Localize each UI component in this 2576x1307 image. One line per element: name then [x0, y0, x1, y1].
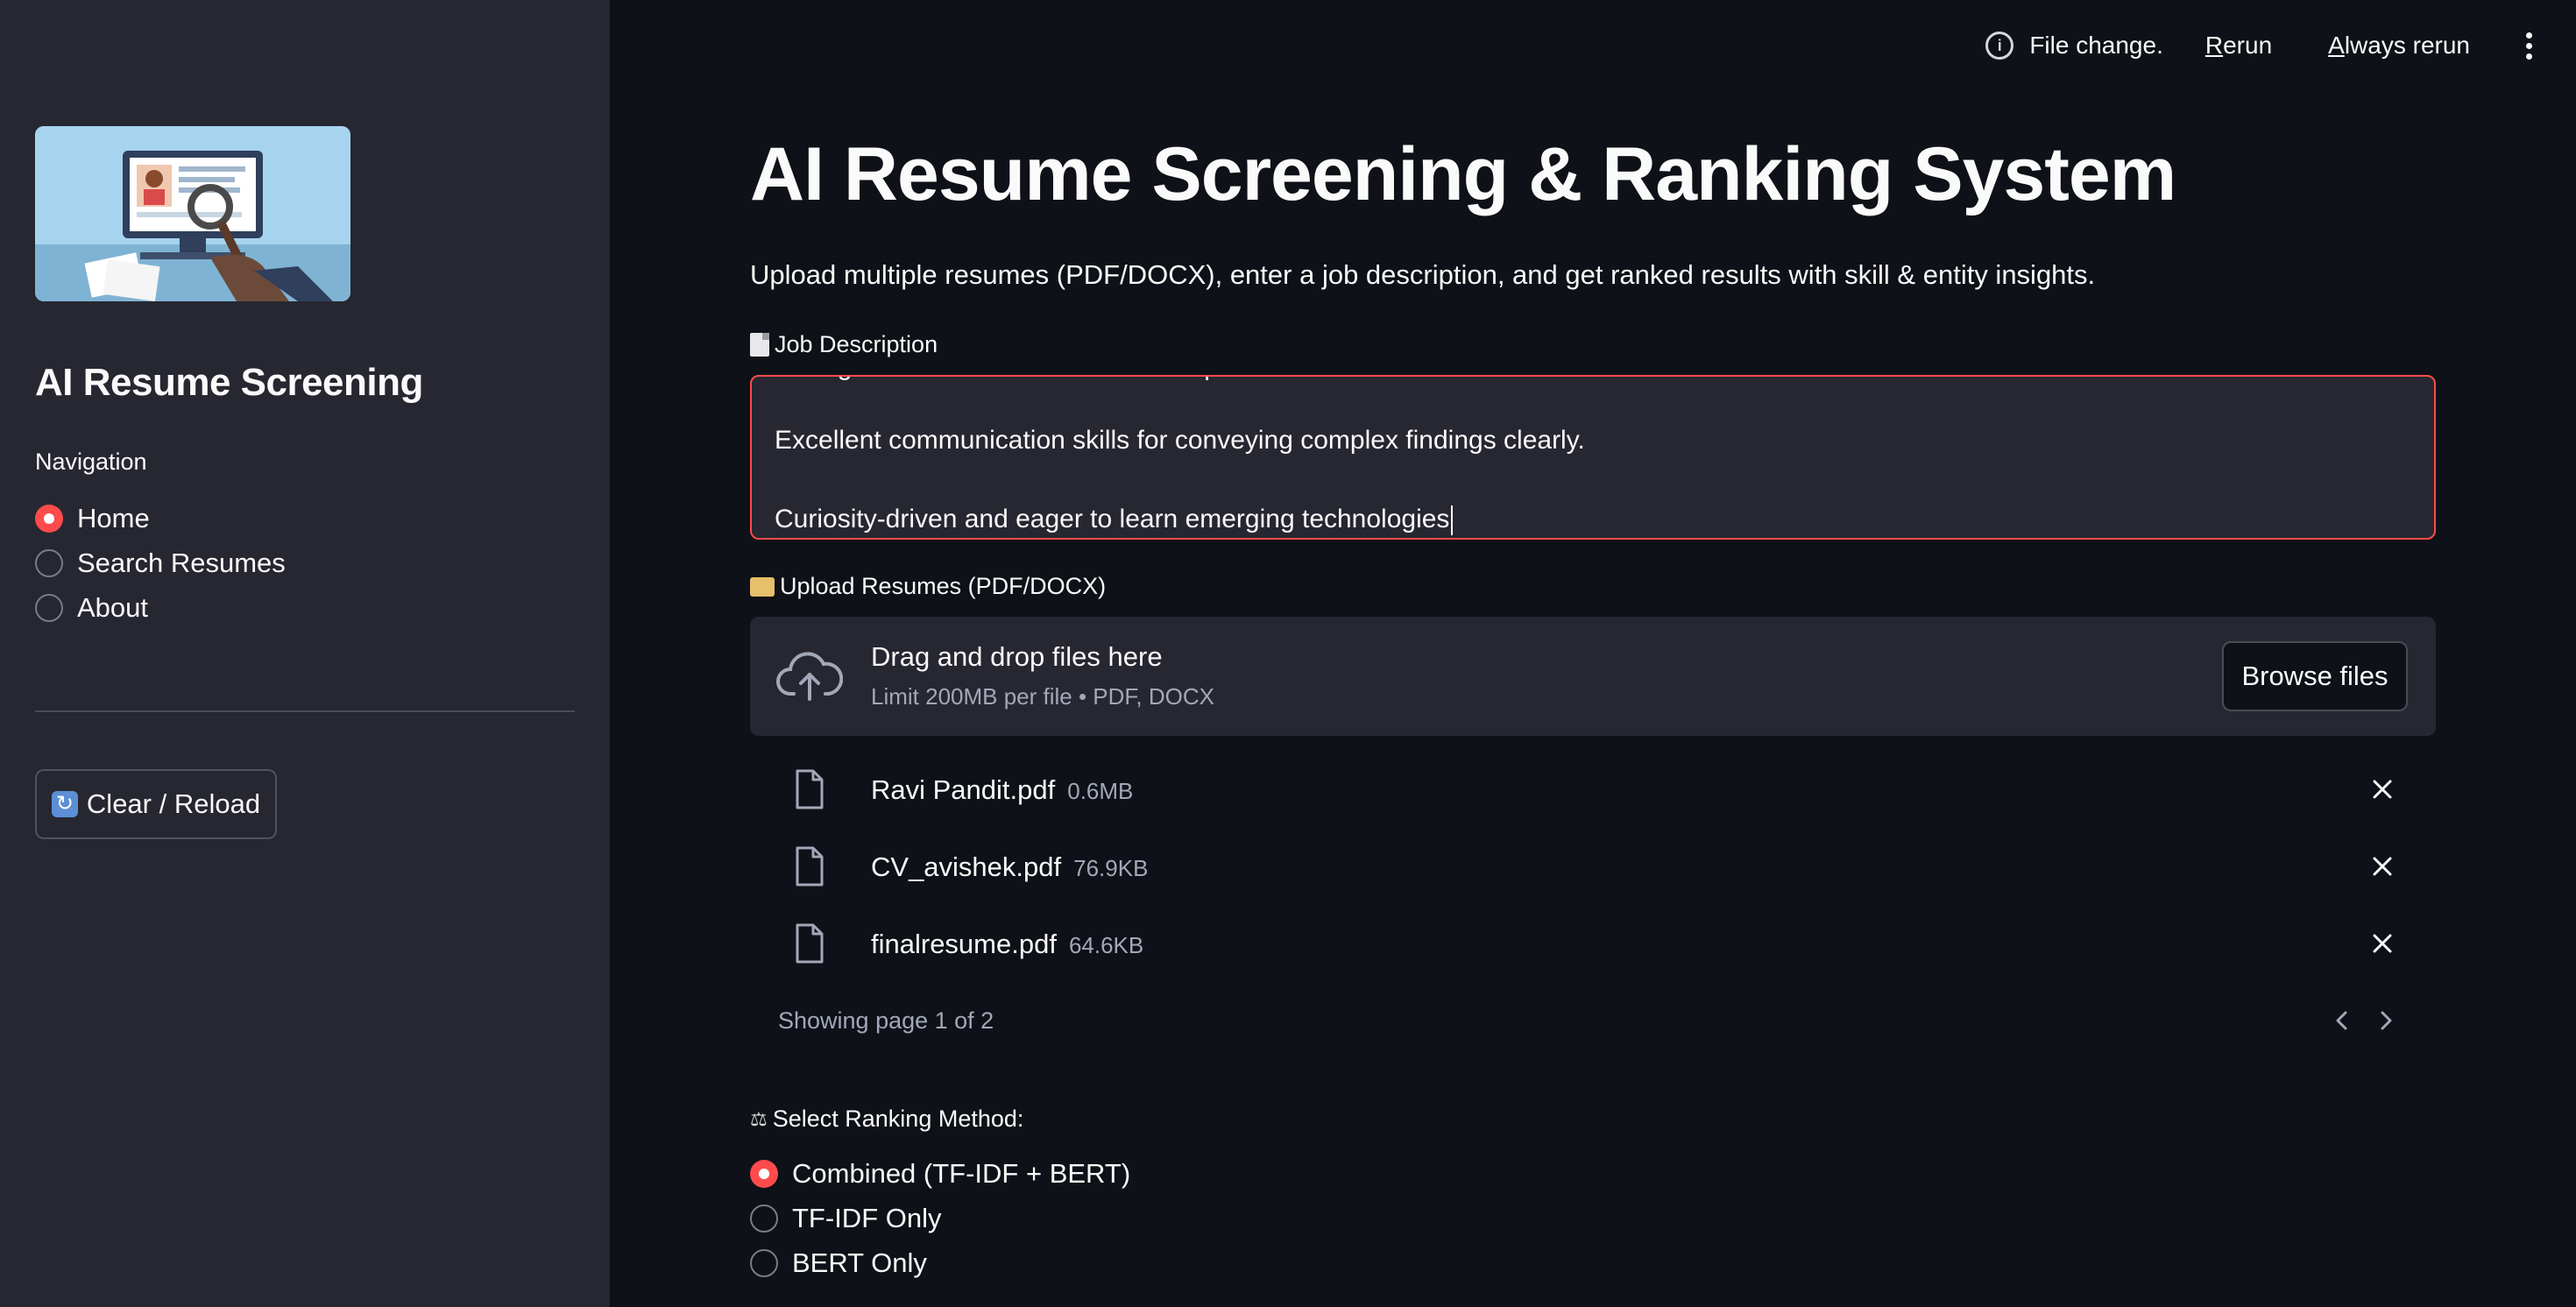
chevron-left-icon[interactable]	[2331, 1007, 2353, 1034]
radio-unchecked-icon	[35, 593, 63, 622]
ranking-radio-combined[interactable]: Combined (TF-IDF + BERT)	[750, 1151, 1130, 1196]
uploaded-file-row: Ravi Pandit.pdf 0.6MB	[750, 757, 2436, 827]
ranking-method-radio-group: Combined (TF-IDF + BERT) TF-IDF Only BER…	[750, 1151, 1130, 1285]
ranking-radio-label: TF-IDF Only	[792, 1202, 942, 1233]
always-rerun-hotkey: A	[2328, 32, 2345, 59]
file-size: 0.6MB	[1067, 778, 1134, 804]
ranking-radio-label: BERT Only	[792, 1247, 927, 1278]
reload-icon: ↻	[51, 791, 78, 817]
nav-radio-search-resumes[interactable]: Search Resumes	[35, 540, 286, 585]
file-name: finalresume.pdf	[871, 929, 1057, 959]
info-icon: i	[1985, 32, 2014, 60]
dropzone-limit-text: Limit 200MB per file • PDF, DOCX	[871, 683, 1214, 710]
resume-screening-illustration	[35, 126, 350, 301]
file-change-status: i File change.	[1985, 32, 2163, 60]
upload-resumes-label-text: Upload Resumes (PDF/DOCX)	[780, 573, 1107, 599]
radio-unchecked-icon	[750, 1204, 778, 1233]
ranking-method-label-text: Select Ranking Method:	[772, 1106, 1024, 1132]
textarea-line: Excellent communication skills for conve…	[775, 426, 1585, 455]
rerun-hotkey: R	[2204, 32, 2224, 59]
uploaded-file-row: CV_avishek.pdf 76.9KB	[750, 834, 2436, 904]
uploaded-file-row: finalresume.pdf 64.6KB	[750, 911, 2436, 981]
file-icon	[796, 846, 824, 887]
rerun-button[interactable]: Rerun	[2205, 32, 2272, 60]
document-icon	[750, 333, 769, 357]
file-name: CV_avishek.pdf	[871, 851, 1062, 882]
main-menu-kebab-icon[interactable]	[2526, 32, 2532, 60]
file-size: 64.6KB	[1068, 932, 1144, 958]
file-size: 76.9KB	[1073, 855, 1149, 881]
nav-radio-home[interactable]: Home	[35, 496, 286, 540]
text-caret	[1451, 505, 1454, 536]
radio-unchecked-icon	[35, 548, 63, 577]
cloud-upload-icon	[776, 652, 843, 701]
upload-resumes-label: Upload Resumes (PDF/DOCX)	[750, 573, 1106, 600]
clear-reload-button[interactable]: ↻ Clear / Reload	[35, 769, 277, 839]
nav-radio-label: About	[77, 591, 149, 623]
page-title: AI Resume Screening & Ranking System	[750, 132, 2176, 216]
file-icon	[796, 923, 824, 964]
ranking-radio-tfidf[interactable]: TF-IDF Only	[750, 1196, 1130, 1240]
nav-radio-label: Home	[77, 502, 150, 533]
sidebar-app-title: AI Resume Screening	[35, 361, 423, 404]
job-description-textarea[interactable]: Strong mathematical and statistical apti…	[750, 375, 2436, 540]
file-dropzone[interactable]: Drag and drop files here Limit 200MB per…	[750, 617, 2436, 736]
textarea-line: Strong mathematical and statistical apti…	[775, 377, 1283, 382]
file-name: Ravi Pandit.pdf	[871, 774, 1056, 805]
navigation-radio-group: Home Search Resumes About	[35, 496, 286, 630]
pagination-controls	[2331, 1007, 2397, 1034]
pagination-text: Showing page 1 of 2	[778, 1007, 994, 1034]
always-rerun-label: lways rerun	[2344, 32, 2470, 59]
nav-radio-about[interactable]: About	[35, 585, 286, 630]
job-description-label-text: Job Description	[775, 331, 938, 357]
always-rerun-button[interactable]: Always rerun	[2328, 32, 2470, 60]
top-toolbar: i File change. Rerun Always rerun	[1985, 0, 2576, 91]
ranking-radio-bert[interactable]: BERT Only	[750, 1240, 1130, 1285]
radio-checked-icon	[35, 504, 63, 533]
chevron-right-icon[interactable]	[2374, 1007, 2397, 1034]
radio-checked-icon	[750, 1159, 778, 1188]
ranking-radio-label: Combined (TF-IDF + BERT)	[792, 1157, 1131, 1189]
job-description-label: Job Description	[750, 331, 938, 358]
folder-icon	[750, 576, 775, 597]
radio-unchecked-icon	[750, 1248, 778, 1277]
scale-icon: ⚖	[750, 1107, 768, 1130]
rerun-label: erun	[2223, 32, 2273, 59]
ranking-method-label: ⚖ Select Ranking Method:	[750, 1106, 1023, 1133]
dropzone-title: Drag and drop files here	[871, 641, 1163, 672]
nav-radio-label: Search Resumes	[77, 547, 286, 578]
textarea-line-text: Curiosity-driven and eager to learn emer…	[775, 505, 1450, 533]
textarea-line-last: Curiosity-driven and eager to learn emer…	[775, 505, 1454, 536]
file-icon	[796, 769, 824, 809]
browse-files-button[interactable]: Browse files	[2222, 641, 2408, 711]
clear-reload-label: Clear / Reload	[86, 788, 261, 819]
sidebar: AI Resume Screening Navigation Home Sear…	[0, 0, 610, 1307]
file-change-text: File change.	[2029, 32, 2163, 59]
navigation-label: Navigation	[35, 449, 147, 475]
remove-file-close-icon[interactable]	[2367, 774, 2397, 804]
sidebar-divider	[35, 710, 575, 712]
page-subtitle: Upload multiple resumes (PDF/DOCX), ente…	[750, 259, 2096, 290]
remove-file-close-icon[interactable]	[2367, 851, 2397, 881]
remove-file-close-icon[interactable]	[2367, 929, 2397, 958]
